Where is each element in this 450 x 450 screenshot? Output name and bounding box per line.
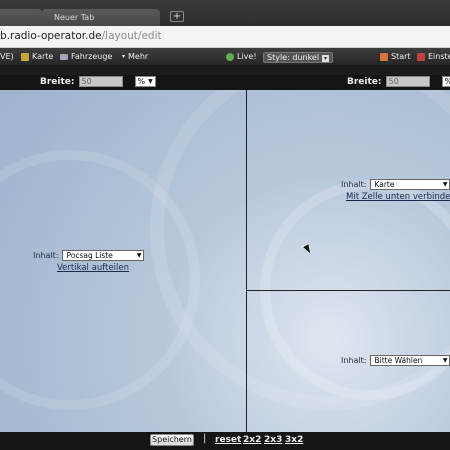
plus-icon: + — [172, 11, 182, 22]
nav-label: Einste — [428, 52, 450, 61]
save-button[interactable]: Speichern — [150, 434, 194, 446]
width-label: Breite: — [40, 76, 75, 87]
live-icon — [226, 52, 234, 61]
nav-item-live[interactable]: Live! — [226, 52, 257, 61]
width-unit-select-left[interactable]: % ▼ — [134, 76, 156, 87]
chevron-down-icon: ▼ — [136, 252, 142, 259]
layout-2x3-link[interactable]: 2x3 — [264, 435, 282, 445]
header-spacer — [0, 65, 450, 75]
cell-bottom-right-content: Inhalt: Bitte Wählen ▼ — [341, 355, 450, 366]
width-group-right: Breite: 50 %▼ — [347, 76, 450, 87]
content-label: Inhalt: — [341, 356, 367, 365]
select-value: Bitte Wählen — [374, 356, 423, 365]
url-host: b.radio-operator.de — [0, 30, 102, 42]
width-input-left[interactable]: 50 — [78, 76, 123, 87]
home-icon — [380, 52, 388, 61]
url-path: /layout/edit — [101, 30, 162, 42]
style-selector[interactable]: Style: dunkel ▾ — [263, 52, 334, 63]
nav-item-fahrzeuge[interactable]: Fahrzeuge — [60, 52, 112, 61]
cell-divider-vertical — [246, 90, 247, 432]
content-label: Inhalt: — [341, 180, 367, 189]
url-text[interactable]: b.radio-operator.de/layout/edit — [0, 30, 162, 42]
merge-below-link[interactable]: Mit Zelle unten verbinden — [346, 192, 450, 202]
address-bar[interactable]: b.radio-operator.de/layout/edit — [0, 26, 450, 48]
style-select-box: Style: dunkel ▾ — [263, 52, 334, 63]
layout-2x2-link[interactable]: 2x2 — [243, 435, 261, 445]
content-select-top-right[interactable]: Karte ▼ — [370, 179, 450, 190]
nav-item-start[interactable]: Start — [380, 52, 411, 61]
width-group-left: Breite: 50 % ▼ — [40, 76, 156, 87]
cell-divider-horizontal — [247, 290, 450, 291]
width-unit-select-right[interactable]: %▼ — [441, 76, 450, 87]
unit-value: % — [137, 76, 146, 86]
chevron-down-icon: ▼ — [442, 181, 448, 188]
content-label: Inhalt: — [33, 251, 59, 260]
cell-left-content: Inhalt: Pocsag Liste ▼ — [33, 250, 145, 261]
chevron-down-icon: ▼ — [442, 357, 448, 364]
unit-value: % — [445, 77, 450, 87]
nav-label: Start — [391, 52, 411, 61]
width-bar: Breite: 50 %▼ Breite: 50 %▼ — [0, 75, 450, 90]
browser-tab-new[interactable]: Neuer Tab — [42, 9, 160, 26]
truck-icon — [60, 53, 68, 60]
split-vertical-link[interactable]: Vertikal aufteilen — [57, 263, 129, 273]
chevron-down-icon: ▾ — [122, 53, 126, 60]
width-label: Breite: — [347, 76, 382, 87]
site-nav: VE) Karte Fahrzeuge ▾ Mehr Live! Style: d… — [0, 48, 450, 65]
style-label: Style: — [267, 53, 290, 62]
tab-label: Neuer Tab — [54, 13, 95, 22]
browser-tab-bar: Neuer Tab + — [0, 0, 450, 26]
style-value: dunkel — [292, 53, 320, 62]
map-icon — [21, 52, 29, 61]
nav-label: VE) — [0, 52, 14, 61]
layout-3x2-link[interactable]: 3x2 — [285, 435, 303, 445]
chevron-down-icon: ▼ — [148, 77, 153, 85]
nav-label: Karte — [32, 52, 54, 61]
chevron-down-icon: ▾ — [322, 55, 330, 62]
select-value: Karte — [374, 180, 395, 189]
nav-label: Mehr — [128, 52, 149, 61]
settings-icon — [417, 52, 425, 61]
width-input-right[interactable]: 50 — [385, 76, 430, 87]
nav-item-karte[interactable]: Karte — [21, 52, 53, 61]
nav-item-einstellungen[interactable]: Einste — [417, 52, 450, 61]
nav-item-mehr[interactable]: ▾ Mehr — [122, 52, 148, 61]
nav-item-ve[interactable]: VE) — [0, 52, 14, 61]
new-tab-button[interactable]: + — [170, 11, 184, 22]
nav-label: Fahrzeuge — [71, 52, 113, 61]
cell-top-right-content: Inhalt: Karte ▼ — [341, 179, 450, 190]
bottom-bar: Speichern | reset 2x2 2x3 3x2 — [0, 432, 450, 450]
content-select-left[interactable]: Pocsag Liste ▼ — [62, 250, 145, 261]
separator: | — [203, 433, 207, 444]
select-value: Pocsag Liste — [66, 251, 113, 260]
nav-label: Live! — [237, 52, 257, 61]
browser-tab[interactable] — [0, 9, 42, 26]
layout-canvas: Inhalt: Pocsag Liste ▼ Vertikal aufteilen… — [0, 90, 450, 432]
content-select-bottom-right[interactable]: Bitte Wählen ▼ — [370, 355, 450, 366]
reset-link[interactable]: reset — [215, 435, 241, 445]
